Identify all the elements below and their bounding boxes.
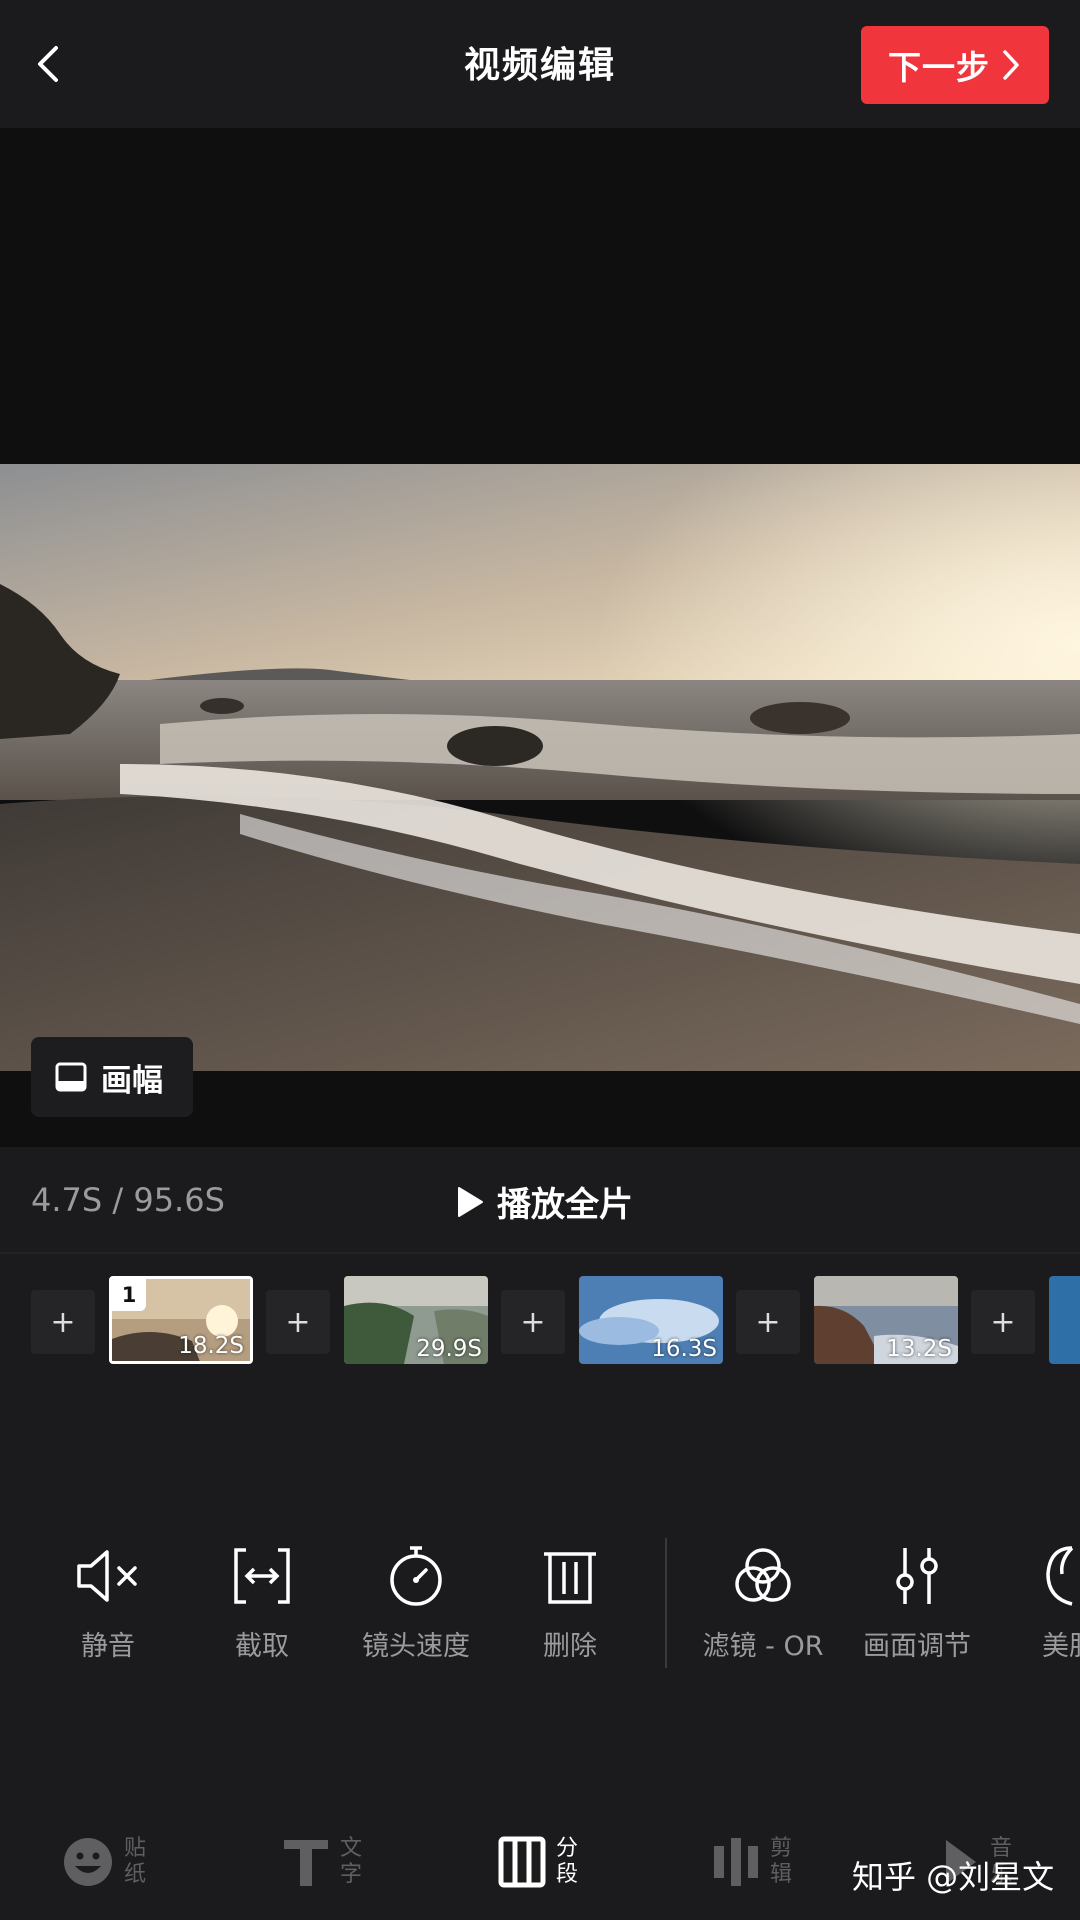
- tool-divider: [665, 1538, 667, 1668]
- delete-icon: [544, 1552, 596, 1604]
- next-step-label: 下一步: [888, 48, 990, 87]
- add-clip-button[interactable]: +: [31, 1290, 95, 1354]
- clip-duration: 29.9S: [416, 1336, 482, 1362]
- mute-icon: [77, 1550, 137, 1602]
- nav-text[interactable]: 文字: [282, 1836, 364, 1888]
- tool-label: 截取: [235, 1631, 289, 1662]
- nav-label: 剪辑: [770, 1836, 793, 1887]
- edit-tools-panel: 静音 截取 镜头速度 删除 滤镜 - OR 画面调节 美: [0, 1384, 1080, 1784]
- next-step-button[interactable]: 下一步: [861, 26, 1049, 104]
- add-clip-button[interactable]: +: [501, 1290, 565, 1354]
- playback-time: 4.7S / 95.6S: [31, 1181, 225, 1219]
- clip-thumbnail[interactable]: 29.9S: [344, 1276, 488, 1364]
- nav-label: 贴纸: [124, 1836, 147, 1887]
- aspect-ratio-icon: [55, 1062, 87, 1092]
- filter-icon: [735, 1548, 791, 1602]
- edit-icon: [714, 1838, 758, 1886]
- playback-bar: 4.7S / 95.6S 播放全片: [0, 1147, 1080, 1254]
- adjust-tool[interactable]: 画面调节: [842, 1544, 992, 1663]
- watermark: 知乎 @刘星文: [852, 1858, 1055, 1896]
- nav-label: 分段: [556, 1836, 579, 1887]
- clip-thumbnail[interactable]: 16.3S: [579, 1276, 723, 1364]
- delete-tool[interactable]: 删除: [495, 1544, 645, 1663]
- nav-sticker[interactable]: 贴纸: [62, 1836, 148, 1888]
- adjust-icon: [896, 1548, 938, 1604]
- speed-tool[interactable]: 镜头速度: [341, 1544, 491, 1663]
- nav-edit[interactable]: 剪辑: [712, 1836, 794, 1888]
- preview-stage: 画幅: [0, 128, 1080, 1146]
- clip-thumbnail[interactable]: 1 18.2S: [109, 1276, 253, 1364]
- tool-label: 画面调节: [863, 1631, 971, 1662]
- clip-strip: + 1 18.2S + 29.9S + 16.3S + 13.2S +: [0, 1254, 1080, 1386]
- clip-duration: 13.2S: [886, 1336, 952, 1362]
- chevron-right-icon: [1003, 50, 1019, 80]
- video-preview[interactable]: [0, 464, 1080, 1071]
- tool-label: 滤镜 - OR: [702, 1631, 824, 1662]
- play-icon: [458, 1186, 483, 1217]
- tool-label: 删除: [543, 1631, 597, 1662]
- nav-segment[interactable]: 分段: [498, 1836, 580, 1888]
- segment-icon: [498, 1836, 546, 1888]
- clip-duration: 18.2S: [178, 1333, 244, 1359]
- tool-label: 镜头速度: [362, 1631, 470, 1662]
- speed-icon: [390, 1546, 442, 1606]
- add-clip-button[interactable]: +: [971, 1290, 1035, 1354]
- beauty-icon: [1046, 1546, 1074, 1606]
- trim-icon: [234, 1548, 290, 1604]
- filter-tool[interactable]: 滤镜 - OR: [687, 1544, 839, 1663]
- beach-scene-image: [0, 464, 1080, 1071]
- add-clip-button[interactable]: +: [266, 1290, 330, 1354]
- clip-5-thumbnail-image: [1049, 1276, 1080, 1364]
- aspect-ratio-label: 画幅: [101, 1062, 163, 1099]
- top-bar: 视频编辑 下一步: [0, 0, 1080, 128]
- sticker-icon: [64, 1838, 112, 1886]
- add-clip-button[interactable]: +: [736, 1290, 800, 1354]
- clip-thumbnail[interactable]: 13.2S: [814, 1276, 958, 1364]
- clip-duration: 16.3S: [651, 1336, 717, 1362]
- beauty-tool[interactable]: 美肤: [1002, 1544, 1080, 1663]
- nav-label: 文字: [340, 1836, 363, 1887]
- clip-thumbnail[interactable]: [1049, 1276, 1080, 1364]
- play-all-label: 播放全片: [497, 1185, 633, 1225]
- aspect-ratio-button[interactable]: 画幅: [31, 1037, 193, 1117]
- tool-label: 静音: [81, 1631, 135, 1662]
- tool-label: 美肤: [1042, 1631, 1080, 1662]
- clip-index: 1: [112, 1279, 146, 1311]
- text-icon: [284, 1840, 328, 1886]
- trim-tool[interactable]: 截取: [187, 1544, 337, 1663]
- mute-tool[interactable]: 静音: [33, 1544, 183, 1663]
- play-all-button[interactable]: 播放全片: [455, 1177, 633, 1226]
